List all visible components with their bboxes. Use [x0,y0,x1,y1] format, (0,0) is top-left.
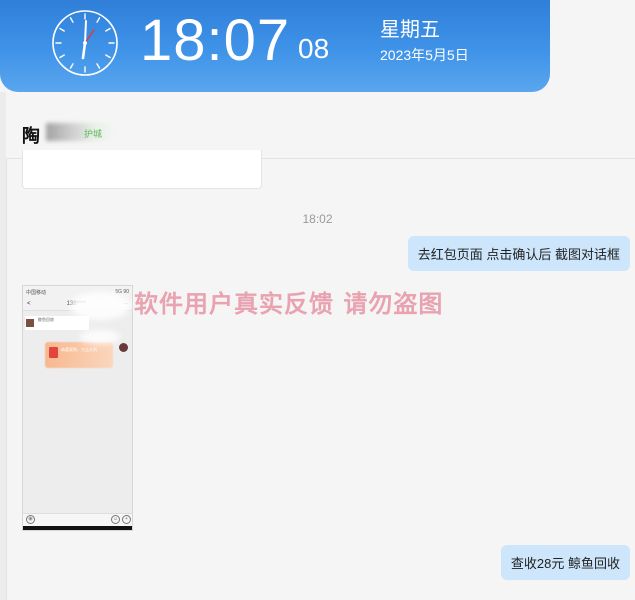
clock-weekday: 星期五 [380,19,440,41]
phone-back-icon: < [27,301,31,307]
chat-header: 陶 护城 [6,92,635,159]
phone-avatar [26,319,34,327]
clock-seconds: 08 [298,33,330,64]
phone-message-preview: 鲸鱼回收 [25,316,89,330]
chat-title-tag: 护城 [84,129,103,139]
phone-message-text: 鲸鱼回收 [38,317,54,322]
message-timestamp: 18:02 [302,212,333,226]
clock-time: 18:07 [140,8,291,73]
red-packet-icon [49,347,58,358]
phone-sender-avatar [119,343,128,352]
previous-message-card[interactable] [22,150,262,189]
redacted-name-blur [46,123,116,141]
image-message-phone-screenshot[interactable]: 中国移动 5G 90 < 138**** ··· 鲸鱼回收 恭喜发财，大吉大利 … [22,285,133,531]
smudge-mark [70,292,130,320]
phone-plus-icon: + [122,515,131,524]
clock-date: 2023年5月5日 [380,47,469,63]
watermark-text: 软件用户真实反馈 请勿盗图 [134,290,444,318]
chat-title[interactable]: 陶 [22,122,40,148]
left-pane-edge [0,92,7,600]
message-bubble-right[interactable]: 去红包页面 点击确认后 截图对话框 [407,236,630,271]
message-bubble-right[interactable]: 查收28元 鲸鱼回收 [500,545,630,580]
phone-voice-icon: ◉ [26,515,35,524]
phone-emoji-icon: ☺ [111,515,120,524]
phone-red-packet-text: 恭喜发财，大吉大利 [61,347,97,352]
analog-clock-icon [52,10,118,76]
smudge-mark [190,168,230,182]
clock-banner: 18:07 08 星期五 2023年5月5日 [0,0,550,92]
phone-carrier: 中国移动 [26,289,47,296]
smudge-mark [80,330,120,344]
phone-bottom-bar [23,526,132,530]
